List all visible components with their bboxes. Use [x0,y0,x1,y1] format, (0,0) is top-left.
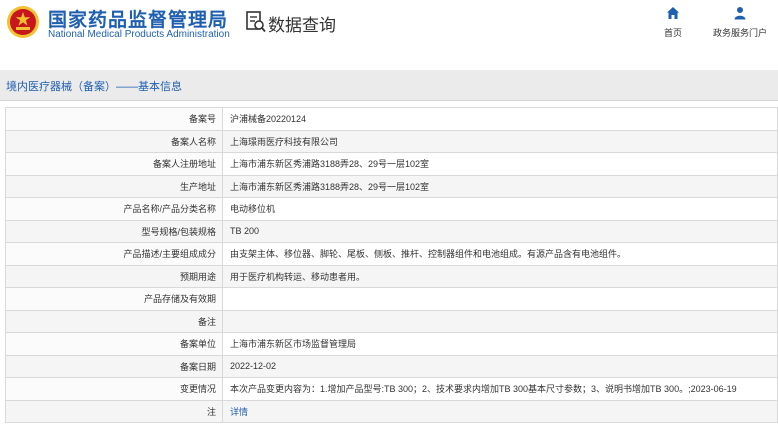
field-value: 详情 [222,399,778,423]
site-subtitle: National Medical Products Administration [48,29,230,40]
field-value: 用于医疗机构转运、移动患者用。 [222,264,778,288]
breadcrumb: 境内医疗器械（备案）——基本信息 [6,81,182,93]
field-label: 生产地址 [5,174,223,198]
field-label: 产品存储及有效期 [5,287,223,311]
table-row: 备案号 沪浦械备20220124 [5,107,778,131]
table-row: 产品存储及有效期 [5,287,778,311]
site-header: 国家药品监督管理局 National Medical Products Admi… [0,0,778,58]
home-icon [667,7,679,19]
table-row: 备案日期 2022-12-02 [5,354,778,378]
nav-home[interactable]: 首页 [660,6,686,39]
national-emblem-icon [7,6,39,38]
field-label: 型号规格/包装规格 [5,219,223,243]
table-row: 预期用途 用于医疗机构转运、移动患者用。 [5,264,778,288]
field-label: 预期用途 [5,264,223,288]
search-doc-icon [246,11,266,33]
table-row: 备注 [5,309,778,333]
site-title: 国家药品监督管理局 [48,10,229,31]
field-value: 上海市浦东新区秀浦路3188弄28、29号一层102室 [222,174,778,198]
table-row: 生产地址 上海市浦东新区秀浦路3188弄28、29号一层102室 [5,174,778,198]
field-value: 沪浦械备20220124 [222,107,778,131]
field-label: 变更情况 [5,377,223,401]
field-label: 备注 [5,309,223,333]
table-row: 型号规格/包装规格 TB 200 [5,219,778,243]
details-link[interactable]: 详情 [230,407,248,417]
field-label: 备案日期 [5,354,223,378]
table-row: 产品名称/产品分类名称 电动移位机 [5,197,778,221]
field-label: 备案人名称 [5,129,223,153]
field-value: 电动移位机 [222,197,778,221]
nav-portal-label: 政务服务门户 [712,28,767,38]
table-row: 产品描述/主要组成成分 由支架主体、移位器、脚轮、尾板、侧板、推杆、控制器组件和电… [5,242,778,266]
field-label: 注 [5,399,223,423]
field-value: 由支架主体、移位器、脚轮、尾板、侧板、推杆、控制器组件和电池组成。有源产品含有电… [222,242,778,266]
user-icon [734,7,746,20]
table-row: 备案单位 上海市浦东新区市场监督管理局 [5,332,778,356]
field-value: 本次产品变更内容为：1.增加产品型号:TB 300；2、技术要求内增加TB 30… [222,377,778,401]
table-row: 变更情况 本次产品变更内容为：1.增加产品型号:TB 300；2、技术要求内增加T… [5,377,778,401]
field-label: 产品名称/产品分类名称 [5,197,223,221]
field-label: 备案单位 [5,332,223,356]
field-value: 上海市浦东新区市场监督管理局 [222,332,778,356]
page-section-title: 数据查询 [268,16,336,35]
table-row: 备案人注册地址 上海市浦东新区秀浦路3188弄28、29号一层102室 [5,152,778,176]
nav-home-label: 首页 [663,28,682,38]
table-row: 备案人名称 上海璟雨医疗科技有限公司 [5,129,778,153]
table-row: 注详情 [5,399,778,423]
field-label: 备案号 [5,107,223,131]
breadcrumb-bar: 境内医疗器械（备案）——基本信息 [0,70,778,101]
record-detail-table: 备案号 沪浦械备20220124 备案人名称 上海璟雨医疗科技有限公司 备案人注册地址上… [5,107,778,423]
field-label: 产品描述/主要组成成分 [5,242,223,266]
field-value: 上海市浦东新区秀浦路3188弄28、29号一层102室 [222,152,778,176]
nav-gov-portal[interactable]: 政务服务门户 [708,6,772,39]
field-label: 备案人注册地址 [5,152,223,176]
field-value: 上海璟雨医疗科技有限公司 [222,129,778,153]
field-value: 2022-12-02 [222,354,778,378]
field-value: TB 200 [222,219,778,243]
field-value [222,287,778,311]
field-value [222,309,778,333]
